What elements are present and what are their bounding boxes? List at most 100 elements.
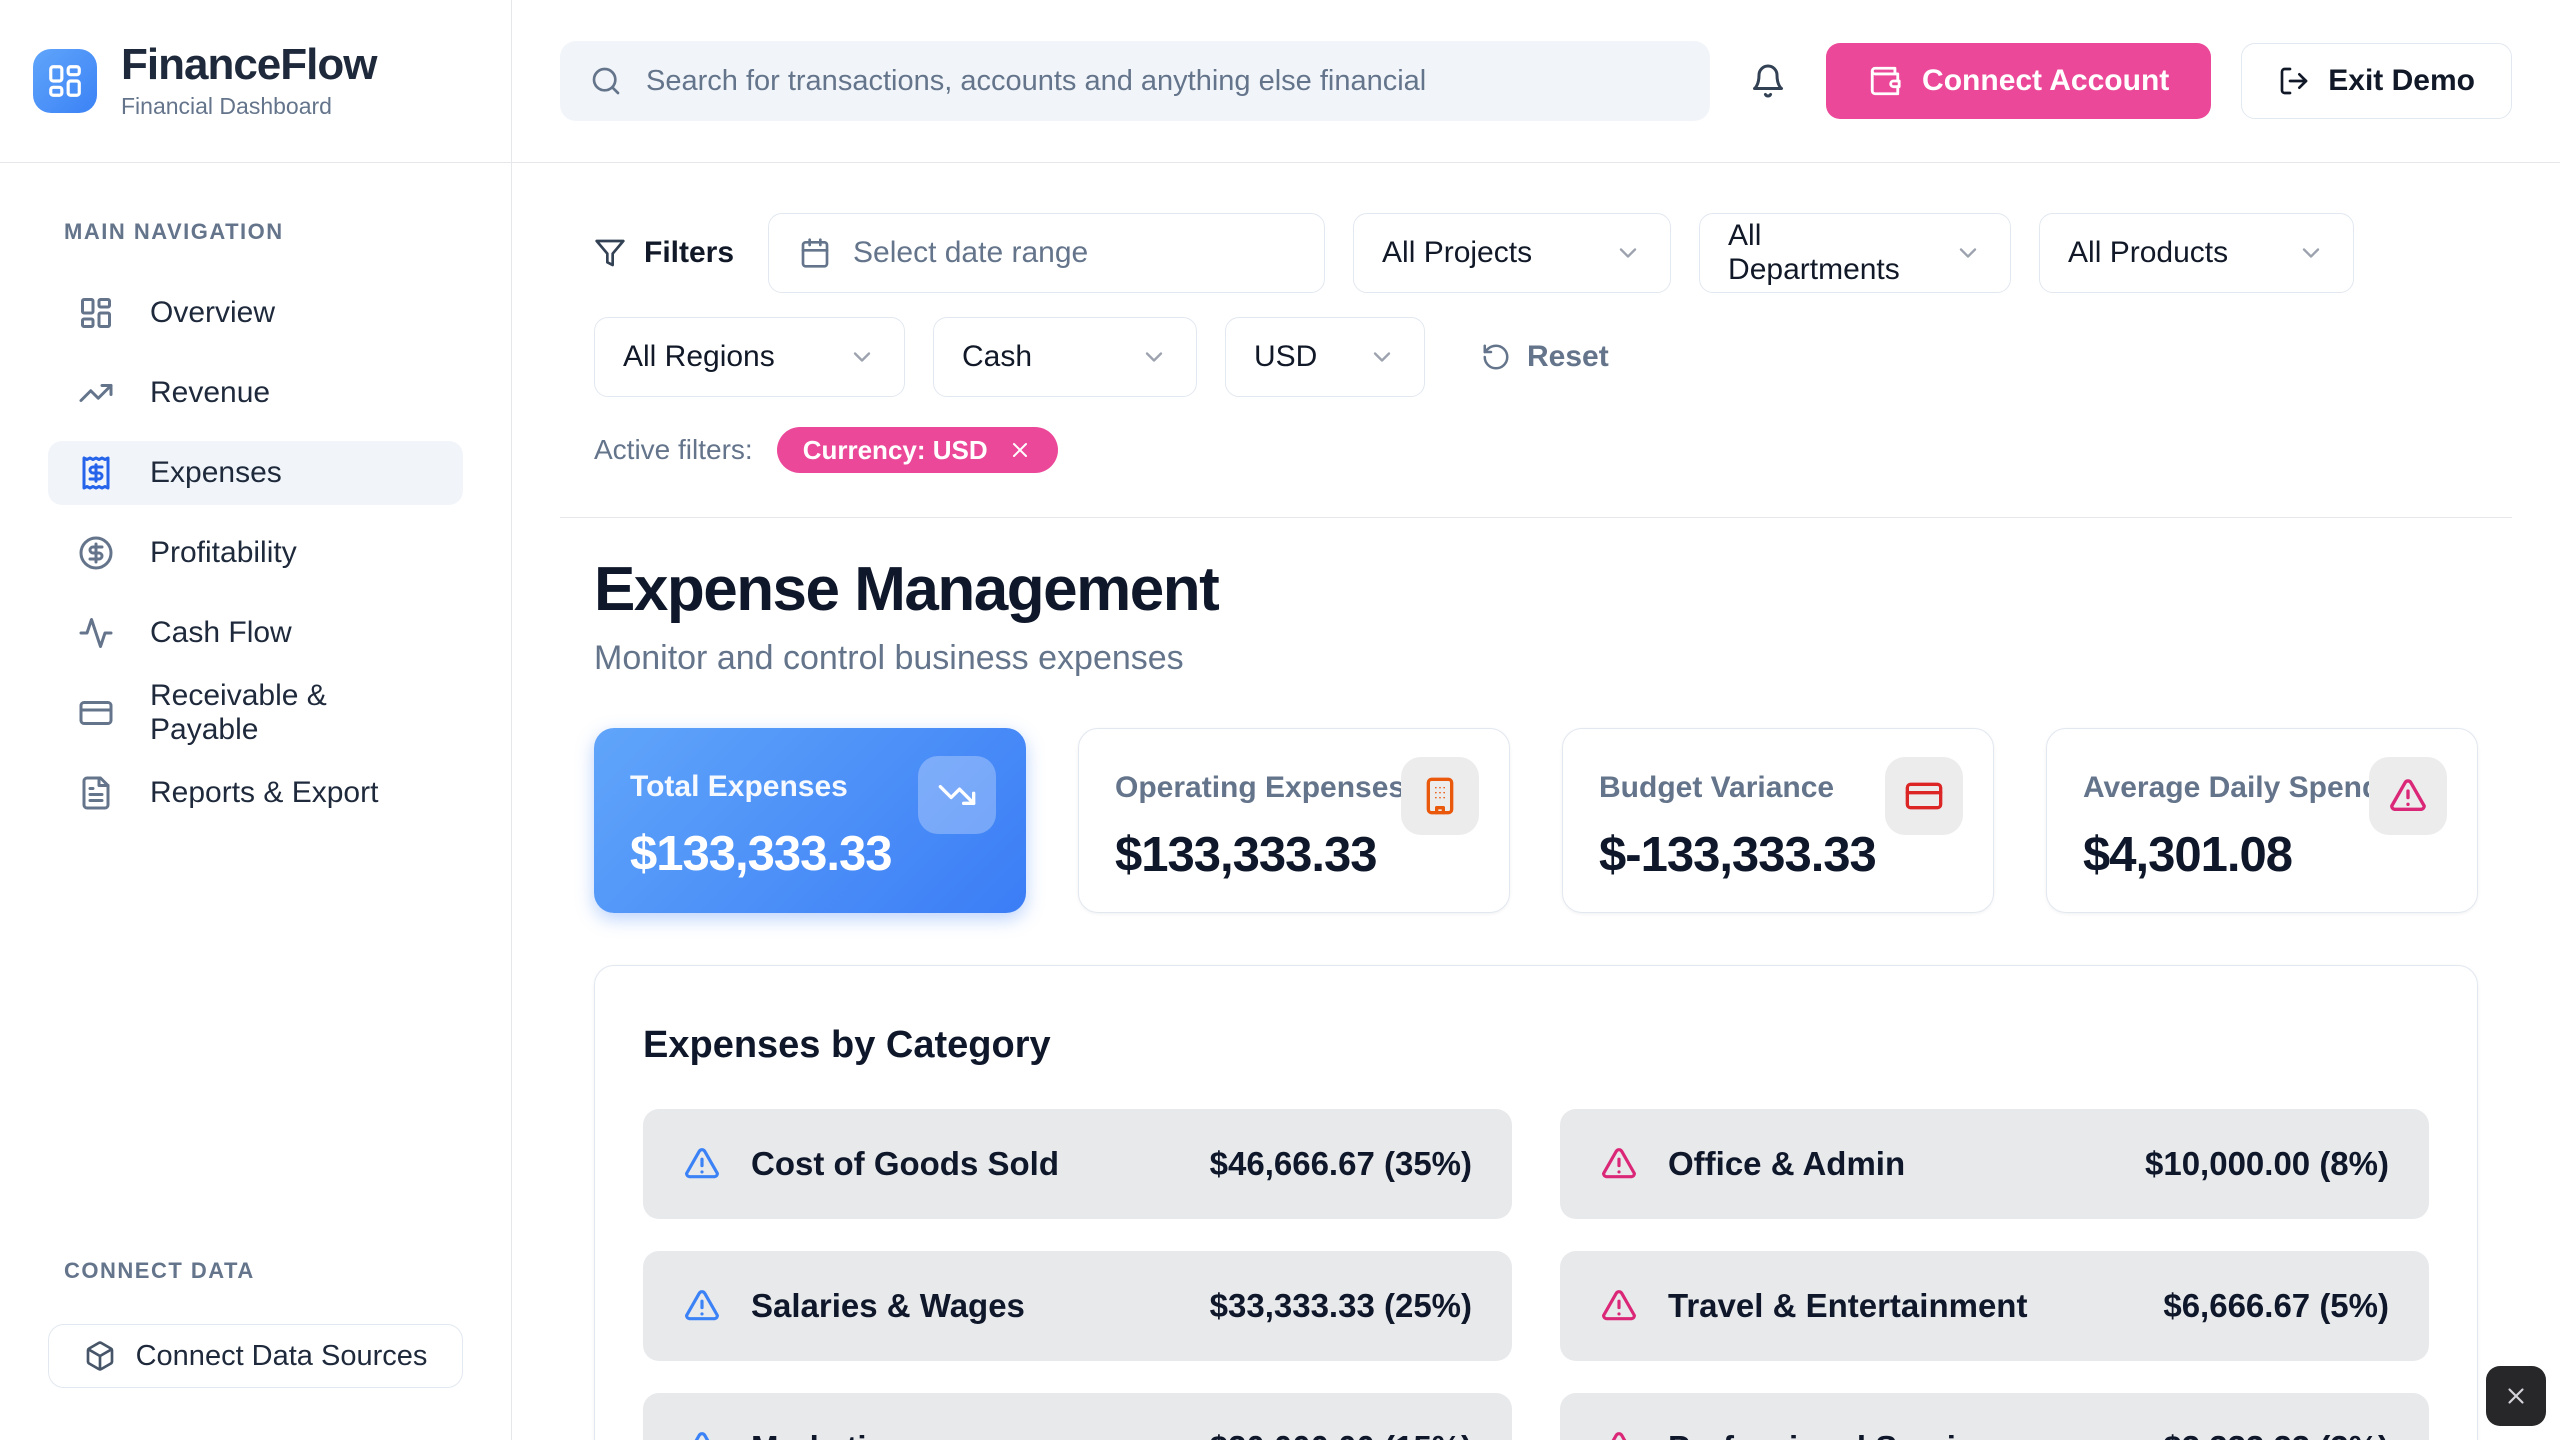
date-range-placeholder: Select date range <box>853 236 1088 270</box>
sidebar-item-profitability[interactable]: Profitability <box>48 521 463 585</box>
receipt-icon <box>78 455 114 491</box>
global-search[interactable] <box>560 41 1710 121</box>
expenses-by-category-panel: Expenses by Category Cost of Goods Sold … <box>594 965 2478 1440</box>
trending-up-icon <box>78 375 114 411</box>
category-row-marketing[interactable]: Marketing $20,000.00 (15%) <box>643 1393 1512 1440</box>
products-select-value: All Products <box>2068 236 2228 270</box>
main-area: Connect Account Exit Demo Filters Select… <box>512 0 2560 1440</box>
accounting-basis-select[interactable]: Cash <box>933 317 1197 397</box>
category-name: Marketing <box>751 1429 1180 1440</box>
sidebar-item-receivable-payable[interactable]: Receivable & Payable <box>48 681 463 745</box>
connect-data-sources-label: Connect Data Sources <box>136 1340 428 1373</box>
alert-triangle-icon <box>1600 1429 1638 1440</box>
remove-filter-icon[interactable] <box>1008 438 1032 462</box>
search-input[interactable] <box>644 64 1680 99</box>
stat-card-average-daily-spend[interactable]: Average Daily Spend $4,301.08 <box>2046 728 2478 913</box>
category-value: $3,333.33 (3%) <box>2163 1429 2389 1440</box>
exit-demo-label: Exit Demo <box>2328 64 2475 98</box>
sidebar-item-reports-export[interactable]: Reports & Export <box>48 761 463 825</box>
category-name: Office & Admin <box>1668 1145 2115 1183</box>
stat-card-budget-variance[interactable]: Budget Variance $-133,333.33 <box>1562 728 1994 913</box>
regions-select[interactable]: All Regions <box>594 317 905 397</box>
alert-triangle-icon <box>683 1145 721 1183</box>
category-row-professional-services[interactable]: Professional Services $3,333.33 (3%) <box>1560 1393 2429 1440</box>
stat-icon-tile <box>1885 757 1963 835</box>
sidebar-item-label: Profitability <box>150 536 297 570</box>
bell-icon <box>1750 63 1786 99</box>
rotate-ccw-icon <box>1481 342 1511 372</box>
accounting-basis-value: Cash <box>962 340 1032 374</box>
currency-select[interactable]: USD <box>1225 317 1425 397</box>
filter-funnel-icon <box>594 237 626 269</box>
credit-card-icon <box>1904 776 1944 816</box>
sidebar-item-label: Revenue <box>150 376 270 410</box>
filters-label: Filters <box>644 236 734 270</box>
trending-down-icon <box>937 775 977 815</box>
brand-text: FinanceFlow Financial Dashboard <box>121 42 376 120</box>
departments-select[interactable]: All Departments <box>1699 213 2011 293</box>
file-text-icon <box>78 775 114 811</box>
sidebar-item-label: Overview <box>150 296 275 330</box>
category-name: Professional Services <box>1668 1429 2133 1440</box>
chevron-down-icon <box>2297 239 2325 267</box>
stat-value: $-133,333.33 <box>1599 827 1957 883</box>
sidebar-item-label: Expenses <box>150 456 282 490</box>
category-row-office-admin[interactable]: Office & Admin $10,000.00 (8%) <box>1560 1109 2429 1219</box>
category-value: $10,000.00 (8%) <box>2145 1145 2389 1183</box>
notifications-button[interactable] <box>1750 63 1786 99</box>
date-range-input[interactable]: Select date range <box>768 213 1325 293</box>
currency-select-value: USD <box>1254 340 1317 374</box>
connect-data-sources-button[interactable]: Connect Data Sources <box>48 1324 463 1388</box>
stat-icon-tile <box>2369 757 2447 835</box>
filters-title: Filters <box>594 236 734 270</box>
page-subtitle: Monitor and control business expenses <box>594 639 2478 678</box>
chevron-down-icon <box>1614 239 1642 267</box>
stat-icon-tile <box>918 756 996 834</box>
panel-title: Expenses by Category <box>643 1024 2429 1067</box>
alert-triangle-icon <box>2388 776 2428 816</box>
category-list: Cost of Goods Sold $46,666.67 (35%) Offi… <box>643 1109 2429 1440</box>
circle-dollar-icon <box>78 535 114 571</box>
active-filters-row: Active filters: Currency: USD <box>594 427 2478 473</box>
building-icon <box>1420 776 1460 816</box>
filters-row-1: Filters Select date range All Projects A… <box>594 213 2478 293</box>
category-value: $6,666.67 (5%) <box>2163 1287 2389 1325</box>
activity-icon <box>78 615 114 651</box>
app-logo <box>33 49 97 113</box>
currency-filter-chip[interactable]: Currency: USD <box>777 427 1058 473</box>
category-row-travel-entertainment[interactable]: Travel & Entertainment $6,666.67 (5%) <box>1560 1251 2429 1361</box>
close-button[interactable] <box>2486 1366 2546 1426</box>
category-row-cost-of-goods-sold[interactable]: Cost of Goods Sold $46,666.67 (35%) <box>643 1109 1512 1219</box>
sidebar: FinanceFlow Financial Dashboard MAIN NAV… <box>0 0 512 1440</box>
connect-data-section: CONNECT DATA Connect Data Sources <box>0 1258 511 1440</box>
category-name: Travel & Entertainment <box>1668 1287 2133 1325</box>
sidebar-item-overview[interactable]: Overview <box>48 281 463 345</box>
content: Filters Select date range All Projects A… <box>512 163 2560 1440</box>
stat-card-total-expenses[interactable]: Total Expenses $133,333.33 <box>594 728 1026 913</box>
connect-account-button[interactable]: Connect Account <box>1826 43 2211 119</box>
category-row-salaries-wages[interactable]: Salaries & Wages $33,333.33 (25%) <box>643 1251 1512 1361</box>
sidebar-item-label: Cash Flow <box>150 616 292 650</box>
exit-demo-button[interactable]: Exit Demo <box>2241 43 2512 119</box>
sidebar-item-expenses[interactable]: Expenses <box>48 441 463 505</box>
chevron-down-icon <box>848 343 876 371</box>
credit-card-icon <box>78 695 114 731</box>
sidebar-item-revenue[interactable]: Revenue <box>48 361 463 425</box>
stat-value: $4,301.08 <box>2083 827 2441 883</box>
sidebar-item-cash-flow[interactable]: Cash Flow <box>48 601 463 665</box>
alert-triangle-icon <box>1600 1145 1638 1183</box>
page-title: Expense Management <box>594 554 2478 625</box>
reset-filters-button[interactable]: Reset <box>1475 339 1615 375</box>
category-value: $46,666.67 (35%) <box>1210 1145 1472 1183</box>
projects-select[interactable]: All Projects <box>1353 213 1671 293</box>
sidebar-item-label: Reports & Export <box>150 776 378 810</box>
main-navigation: MAIN NAVIGATION Overview Revenue Expense… <box>0 163 511 841</box>
products-select[interactable]: All Products <box>2039 213 2354 293</box>
stat-card-operating-expenses[interactable]: Operating Expenses $133,333.33 <box>1078 728 1510 913</box>
layout-dashboard-icon <box>46 62 84 100</box>
sidebar-item-label: Receivable & Payable <box>150 679 433 747</box>
stat-icon-tile <box>1401 757 1479 835</box>
app-title: FinanceFlow <box>121 42 376 88</box>
topbar: Connect Account Exit Demo <box>512 0 2560 163</box>
alert-triangle-icon <box>683 1287 721 1325</box>
